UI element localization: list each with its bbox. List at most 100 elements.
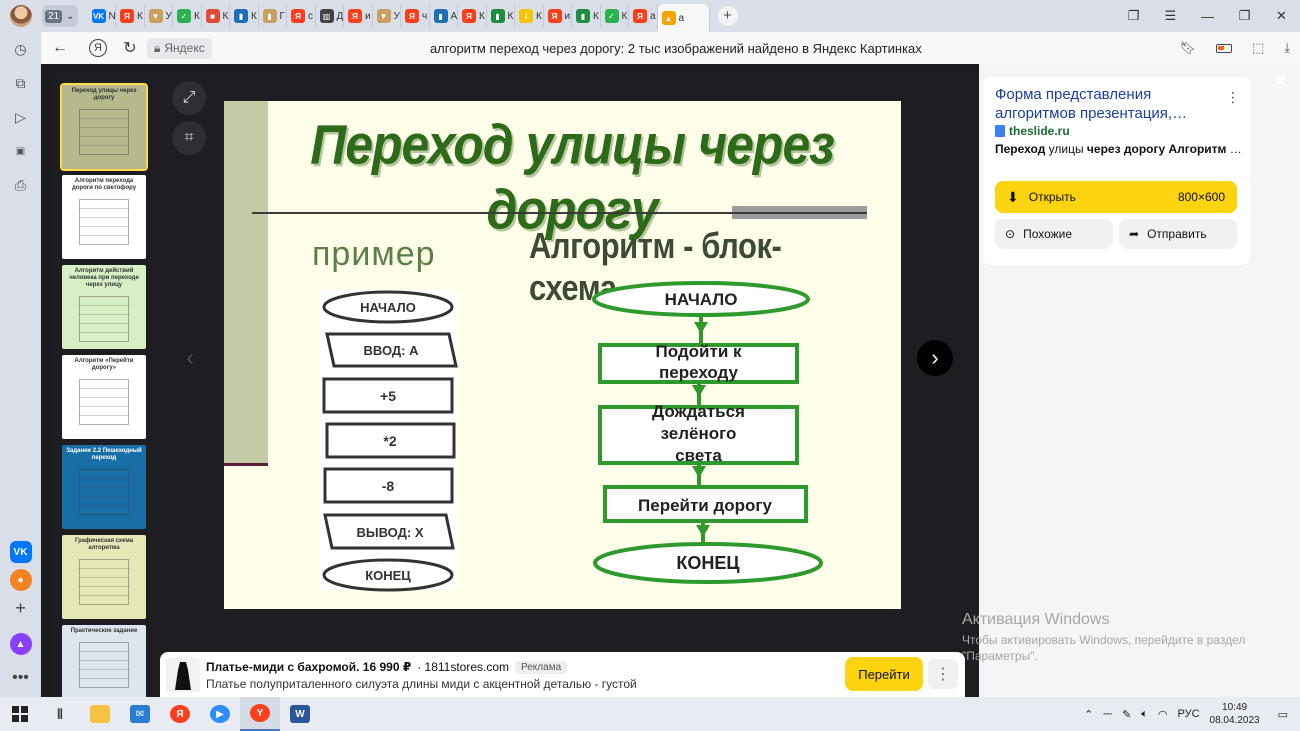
address-bar: ← Я ↻ 🔒︎ Яндекс алгоритм переход через д… [41,32,1300,64]
browser-tab[interactable]: Яс [287,4,316,28]
history-icon[interactable]: ◷ [0,32,41,66]
browser-tab[interactable]: ✓ К [601,4,630,28]
back-button[interactable]: ← [41,39,79,57]
bookmark-icon[interactable]: 🔖︎ [1179,40,1196,56]
zoom-button[interactable]: ▶ [200,697,240,731]
thumbnail[interactable]: Задание 2.2 Пешеходный переход [62,445,146,529]
next-image-button[interactable]: › [917,340,953,376]
browser-tab[interactable]: Яч [401,4,430,28]
page-title[interactable]: алгоритм переход через дорогу: 2 тыс изо… [212,41,1140,56]
mail-button[interactable]: ✉ [120,697,160,731]
yandex-home-button[interactable]: Я [89,39,107,57]
chevron-down-icon: ⌄ [66,10,75,22]
thumbnail[interactable]: Переход улицы через дорогу [60,83,148,171]
prev-image-button[interactable]: ‹ [172,340,208,376]
chevron-up-icon[interactable]: ⌃ [1084,708,1093,721]
download-icon[interactable]: ⤓ [1284,40,1290,56]
screenshot-icon[interactable]: ⎙ [0,168,41,202]
minimize-button[interactable]: — [1189,0,1226,32]
explorer-button[interactable] [80,697,120,731]
start-button[interactable] [0,697,40,731]
lock-icon: 🔒︎ [154,40,161,55]
play-icon[interactable]: ▷ [0,100,41,134]
close-viewer-icon[interactable]: ✕ [1272,69,1289,94]
browser-tab[interactable]: ▼ У [145,4,174,28]
browser-tab[interactable]: ▮ Г [259,4,288,28]
browser-tab[interactable]: ▥ Д [316,4,345,28]
main-image[interactable]: Переход улицы через дорогу пример Алгори… [224,101,901,609]
browser-tab[interactable]: ЯК [116,4,145,28]
browser-tab[interactable]: iК [515,4,544,28]
site-chip[interactable]: 🔒︎ Яндекс [147,37,212,59]
browser-tab[interactable]: ▼ У [373,4,402,28]
site-chip-label: Яндекс [164,41,205,55]
ad-go-button[interactable]: Перейти [845,657,923,691]
thumbnail-caption: Алгоритм действий человека при переходе … [69,268,139,288]
browser-tab[interactable]: ▮ К [487,4,516,28]
more-apps-button[interactable]: ••• [0,664,41,692]
battery-saver-icon[interactable] [1215,43,1232,53]
language-indicator[interactable]: РУС [1178,708,1200,720]
thumbnail[interactable]: Графическая схема алгоритма [62,535,146,619]
browser-tab[interactable]: ■ К [202,4,231,28]
network-icon[interactable]: ⎓ [1103,708,1112,721]
zen-app-button[interactable]: ● [0,566,41,594]
thumbnail[interactable]: Алгоритм действий человека при переходе … [62,265,146,349]
collections-icon[interactable]: ❐ [1115,0,1152,32]
vk-app-button[interactable]: VK [0,538,41,566]
yandex-browser-taskbar-button[interactable]: Y [240,697,280,731]
clock-date: 08.04.2023 [1209,715,1260,726]
browser-tab[interactable]: ▮ К [230,4,259,28]
active-browser-tab[interactable]: ▲ а [657,4,710,32]
document-icon [995,125,1005,137]
word-icon: W [290,705,310,723]
menu-icon[interactable]: ☰ [1152,0,1189,32]
source-title-link[interactable]: Форма представления алгоритмов презентац… [995,85,1225,123]
add-app-button[interactable]: + [0,594,41,622]
alice-button[interactable]: ▲ [0,630,41,658]
fullscreen-button[interactable]: ⤢ [172,81,206,115]
extensions-icon[interactable]: ⬚ [1252,40,1264,56]
ad-description: Платье полуприталенного силуэта длины ми… [206,677,637,691]
similar-button[interactable]: ⊙ Похожие [995,219,1113,249]
browser-tab[interactable]: ✓ К [173,4,202,28]
close-button[interactable]: ✕ [1263,0,1300,32]
yandex-taskbar-button[interactable]: Я [160,697,200,731]
clock[interactable]: 10:49 08.04.2023 [1210,701,1260,727]
calendar-icon[interactable]: ▣ [0,134,41,168]
thumbnail[interactable]: Алгоритм «Перейти дорогу» [62,355,146,439]
volume-icon[interactable]: 🔈︎ [1141,708,1148,721]
thumbnail[interactable]: Алгоритм перехода дороги по светофору [62,175,146,259]
task-view-button[interactable]: ⫴ [40,697,80,731]
thumbnail-diagram [79,469,129,515]
notification-icon[interactable]: ▭ [1278,708,1288,721]
more-options-icon[interactable]: ⋮ [1226,89,1240,106]
source-site[interactable]: theslide.ru [995,124,1070,138]
browser-tab[interactable]: Яи [344,4,373,28]
ad-image [166,658,200,692]
tabs-icon[interactable]: ⧉ [0,66,41,100]
open-image-button[interactable]: ⬇ Открыть 800×600 [995,181,1237,213]
browser-tab[interactable]: VK N [88,4,117,28]
pen-icon[interactable]: ✎ [1122,708,1131,721]
restore-button[interactable]: ❐ [1226,0,1263,32]
word-button[interactable]: W [280,697,320,731]
flow-arrow-icon [696,525,710,537]
reload-button[interactable]: ↻ [117,38,143,58]
browser-tab[interactable]: Яи [544,4,573,28]
zen-icon: ● [9,569,32,591]
crop-button[interactable]: ⌗ [172,121,206,155]
ad-domain: · 1811stores.com [417,660,510,674]
browser-tab[interactable]: ▮ К [572,4,601,28]
new-tab-button[interactable]: + [717,6,738,26]
book-icon: ▮ [234,9,249,23]
ad-banner[interactable]: Платье-миди с бахромой. 16 990 ₽ · 1811s… [160,652,965,697]
browser-tab[interactable]: Яа [629,4,658,28]
browser-tab[interactable]: ЯК [458,4,487,28]
browser-tab[interactable]: ▮ А [430,4,459,28]
tab-counter-button[interactable]: 21 ⌄ [42,5,78,27]
ad-more-button[interactable]: ⋮ [928,659,958,689]
profile-avatar[interactable] [10,5,32,27]
wifi-icon[interactable]: ◠ [1158,708,1168,721]
share-button[interactable]: ➦ Отправить [1119,219,1237,249]
